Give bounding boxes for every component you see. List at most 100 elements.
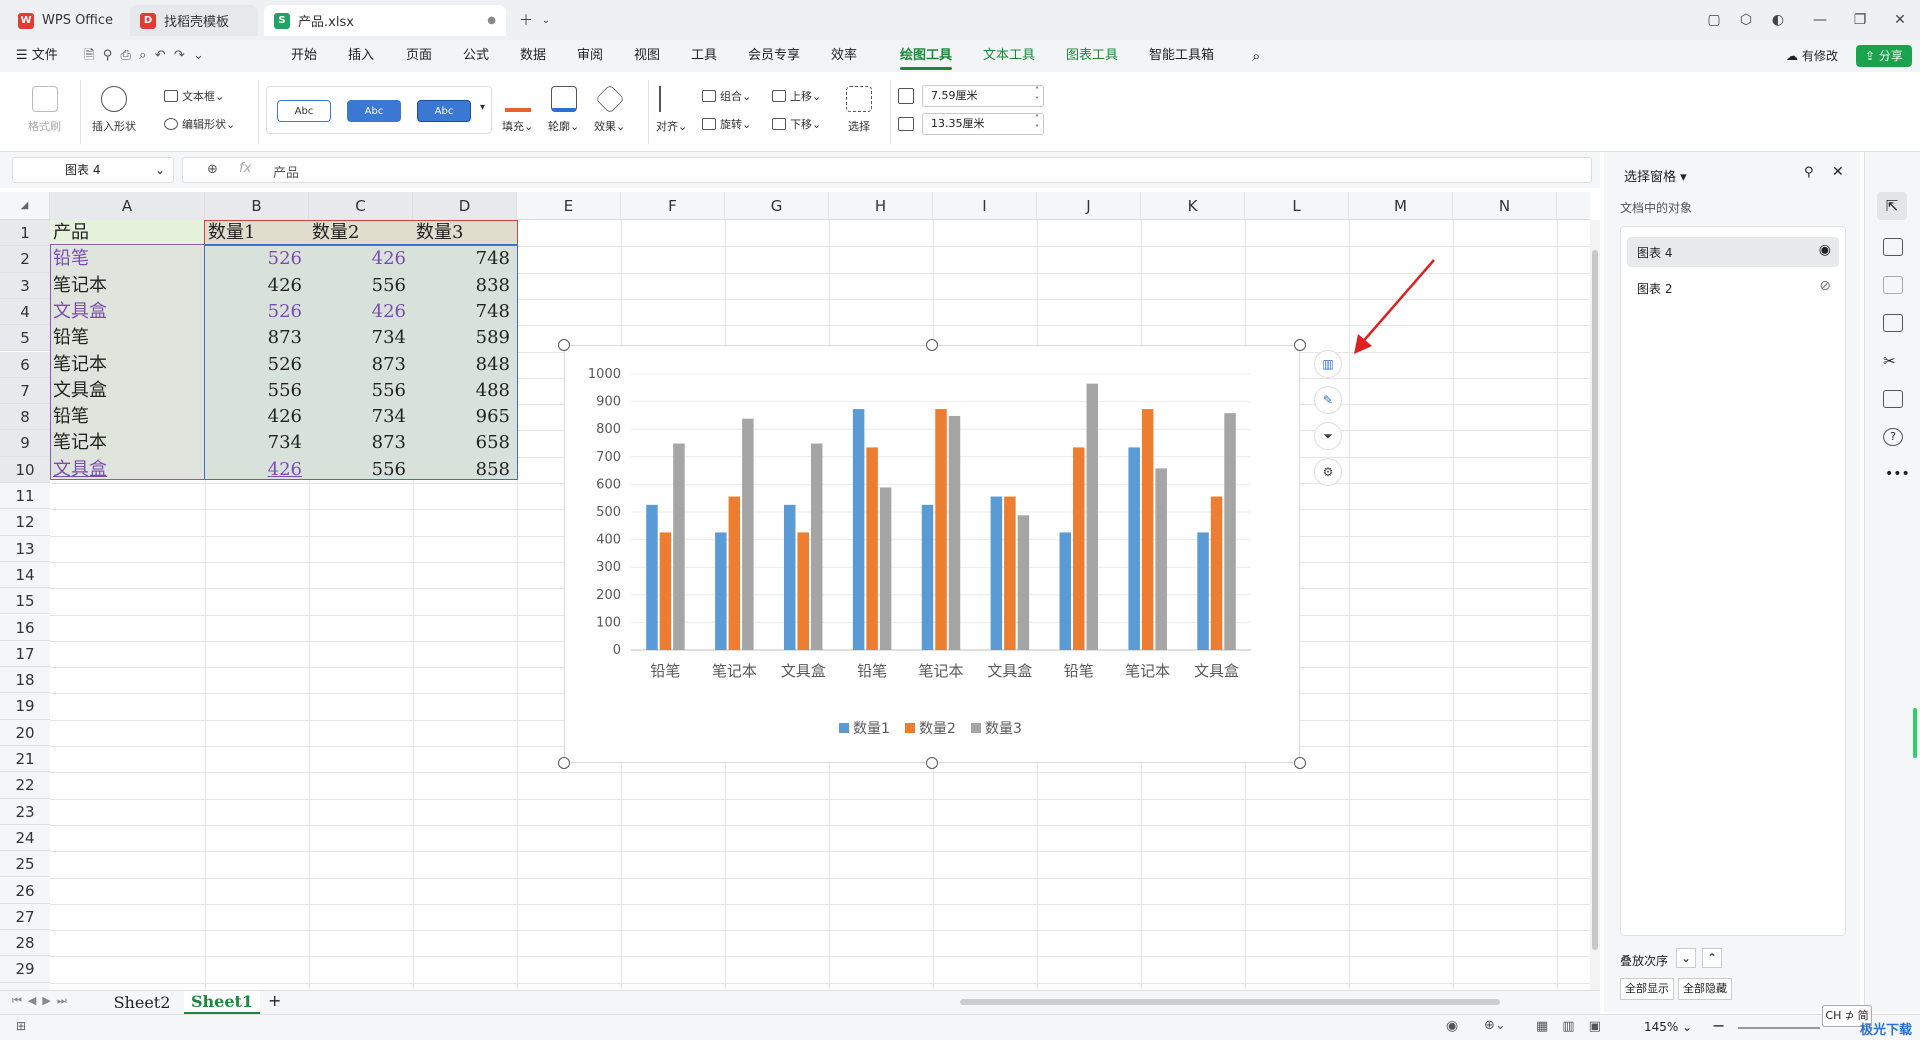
hide-all-button[interactable]: 全部隐藏 [1678, 978, 1732, 1000]
table-cell[interactable]: 873 [312, 352, 410, 378]
table-cell[interactable]: 838 [416, 273, 514, 299]
column-header-h[interactable]: H [829, 192, 933, 220]
menu-drawing-tools[interactable]: 绘图工具 [900, 40, 953, 72]
text-box-button[interactable]: 文本框 ⌄ [164, 88, 224, 104]
table-cell[interactable]: 426 [312, 246, 410, 272]
edit-shape-button[interactable]: 编辑形状 ⌄ [164, 116, 235, 132]
row-header-1[interactable]: 1 [0, 220, 50, 247]
menu-file[interactable]: ☰ 文件 [16, 40, 58, 72]
row-header-22[interactable]: 22 [0, 772, 50, 799]
width-input[interactable]: 13.35厘米 ˄ ˅ [922, 113, 1044, 135]
more-icon[interactable]: ••• [1885, 466, 1910, 482]
row-header-6[interactable]: 6 [0, 351, 50, 378]
column-header-n[interactable]: N [1453, 192, 1557, 220]
column-header-k[interactable]: K [1141, 192, 1245, 220]
row-header-29[interactable]: 29 [0, 956, 50, 983]
row-header-2[interactable]: 2 [0, 246, 50, 273]
select-pointer-icon[interactable]: ⇱ [1877, 192, 1907, 220]
table-cell[interactable]: 文具盒 [53, 457, 202, 483]
resize-handle-nw[interactable] [558, 339, 570, 351]
macro-icon[interactable]: ⊞ [16, 1019, 26, 1033]
table-header-cell[interactable]: 产品 [53, 220, 202, 246]
tab-document[interactable]: S 产品.xlsx ● [264, 5, 506, 36]
row-header-3[interactable]: 3 [0, 272, 50, 299]
vertical-scroll-thumb[interactable] [1592, 250, 1598, 950]
bring-forward-button[interactable]: 上移 ⌄ [772, 88, 821, 104]
row-header-9[interactable]: 9 [0, 430, 50, 457]
table-cell[interactable]: 734 [208, 430, 306, 456]
menu-view[interactable]: 视图 [634, 40, 660, 72]
table-header-cell[interactable]: 数量2 [312, 220, 410, 246]
table-cell[interactable]: 426 [208, 404, 306, 430]
table-header-cell[interactable]: 数量3 [416, 220, 514, 246]
name-box[interactable]: 图表 4 ⌄ [12, 157, 174, 183]
tab-menu-chevron-icon[interactable]: ⌄ [532, 8, 560, 32]
row-header-18[interactable]: 18 [0, 667, 50, 694]
tools-icon[interactable]: ✂ [1883, 352, 1903, 370]
table-cell[interactable]: 笔记本 [53, 273, 202, 299]
align-button[interactable]: 对齐⌄ [656, 86, 687, 134]
table-cell[interactable]: 734 [312, 404, 410, 430]
horizontal-scroll-thumb[interactable] [960, 999, 1500, 1005]
table-cell[interactable]: 文具盒 [53, 299, 202, 325]
select-button[interactable]: 选择 [846, 86, 872, 134]
row-header-12[interactable]: 12 [0, 509, 50, 536]
object-item-chart4[interactable]: 图表 4 ◉ [1627, 237, 1839, 267]
quick-access-toolbar[interactable]: 🗎 ⚲ ⎙ ⌕ ↶ ↷ ⌄ [84, 40, 204, 72]
table-cell[interactable]: 858 [416, 457, 514, 483]
move-up-button[interactable]: ⌃ [1702, 948, 1722, 968]
help-icon[interactable]: ? [1883, 428, 1903, 446]
height-input[interactable]: 7.59厘米 ˄ ˅ [922, 85, 1044, 107]
menu-tools[interactable]: 工具 [691, 40, 717, 72]
menu-member[interactable]: 会员专享 [748, 40, 800, 72]
table-cell[interactable]: 556 [312, 457, 410, 483]
avatar[interactable]: ◐ [1764, 8, 1792, 32]
send-backward-button[interactable]: 下移 ⌄ [772, 116, 821, 132]
menu-review[interactable]: 审阅 [577, 40, 603, 72]
search-icon[interactable]: ⌕ [1252, 40, 1260, 72]
eye-protect-icon[interactable]: ◉ [1446, 1018, 1458, 1034]
comment-icon[interactable] [1883, 276, 1903, 294]
table-cell[interactable]: 873 [312, 430, 410, 456]
column-header-c[interactable]: C [309, 192, 413, 220]
cube-icon[interactable]: ⬡ [1732, 8, 1760, 32]
table-cell[interactable]: 526 [208, 352, 306, 378]
minimize-icon[interactable]: — [1806, 8, 1834, 32]
row-header-14[interactable]: 14 [0, 561, 50, 589]
column-header-l[interactable]: L [1245, 192, 1349, 220]
table-cell[interactable]: 526 [208, 299, 306, 325]
zoom-level[interactable]: 145% ⌄ [1644, 1020, 1692, 1034]
table-cell[interactable]: 526 [208, 246, 306, 272]
row-header-7[interactable]: 7 [0, 377, 50, 405]
fx-icon[interactable]: fx [239, 161, 251, 176]
zoom-slider[interactable] [1738, 1027, 1820, 1029]
table-cell[interactable]: 658 [416, 430, 514, 456]
move-down-button[interactable]: ⌄ [1676, 948, 1696, 968]
row-header-10[interactable]: 10 [0, 456, 50, 483]
column-header-e[interactable]: E [517, 192, 621, 220]
table-cell[interactable]: 488 [416, 378, 514, 404]
table-cell[interactable]: 556 [208, 378, 306, 404]
table-cell[interactable]: 734 [312, 325, 410, 351]
sheet-tab-sheet2[interactable]: Sheet2 [104, 991, 180, 1014]
object-item-chart2[interactable]: 图表 2 ⊘ [1627, 273, 1839, 303]
menu-smart-toolbox[interactable]: 智能工具箱 [1149, 40, 1214, 72]
row-header-8[interactable]: 8 [0, 404, 50, 431]
tab-templates[interactable]: D 找稻壳模板 [130, 5, 258, 36]
sheet-nav-arrows-icon[interactable]: ⏮◀▶⏭ [12, 994, 73, 1008]
table-cell[interactable]: 426 [208, 457, 306, 483]
row-header-5[interactable]: 5 [0, 325, 50, 352]
column-header-i[interactable]: I [933, 192, 1037, 220]
style-gallery-more-icon[interactable]: ▾ [480, 102, 485, 113]
chart-settings-icon[interactable]: ⚙ [1314, 458, 1342, 486]
table-cell[interactable]: 铅笔 [53, 404, 202, 430]
rotate-button[interactable]: 旋转 ⌄ [702, 116, 751, 132]
style-icon[interactable] [1883, 314, 1903, 332]
column-header-m[interactable]: M [1349, 192, 1453, 220]
shape-style-1[interactable]: Abc [277, 100, 331, 122]
menu-insert[interactable]: 插入 [348, 40, 374, 72]
chart-4[interactable]: 0 100 200 300 400 500 600 700 800 900 1000 铅笔 笔记本 文具盒… [564, 345, 1300, 763]
column-header-b[interactable]: B [205, 192, 309, 220]
row-header-19[interactable]: 19 [0, 693, 50, 720]
row-header-4[interactable]: 4 [0, 298, 50, 326]
